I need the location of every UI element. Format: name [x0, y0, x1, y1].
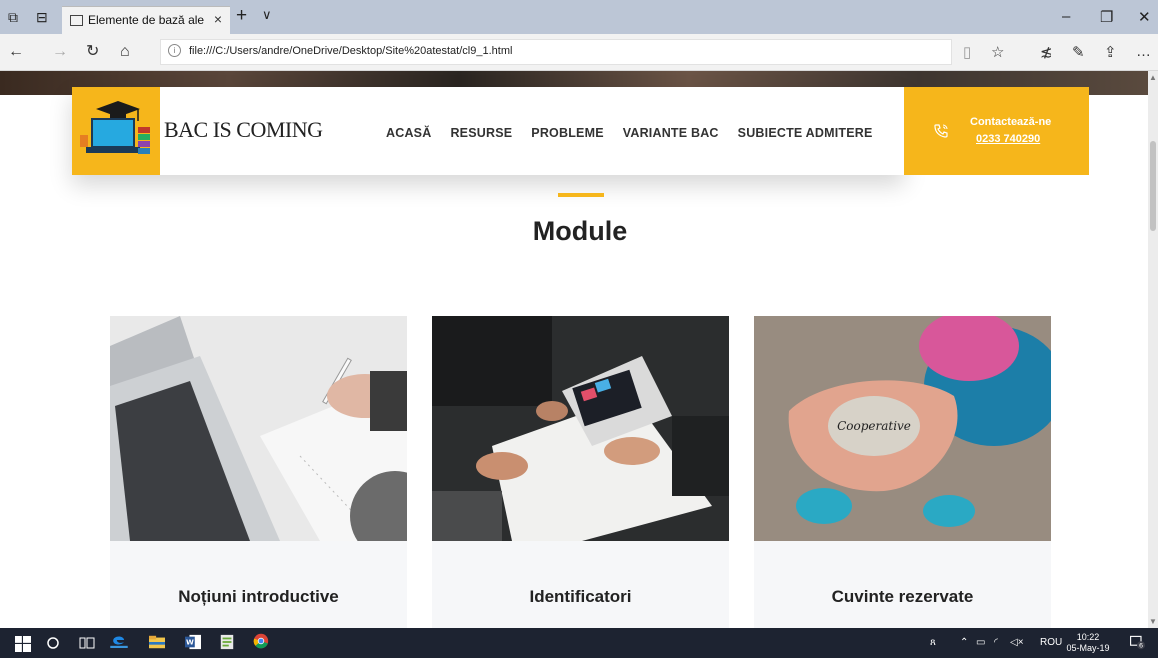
edge-browser-icon[interactable]: [110, 632, 128, 648]
brand-name[interactable]: BAC IS COMING: [164, 117, 323, 143]
module-card-identificatori[interactable]: Identificatori: [432, 316, 729, 628]
clock-date: 05-May-19: [1066, 643, 1110, 653]
notification-count: 6: [1139, 642, 1143, 650]
card-title: Cuvinte rezervate: [831, 587, 974, 606]
windows-taskbar: W ጸ ⌃ ▭ ◜ ◁× ROU 10:22 05-May-19 6: [0, 628, 1158, 658]
menu-item-acasa[interactable]: ACASĂ: [386, 126, 431, 140]
clock-time: 10:22: [1076, 632, 1100, 642]
contact-box: Contactează-ne 0233 740290: [904, 87, 1089, 175]
scrollbar-thumb[interactable]: [1150, 141, 1156, 231]
menu-item-subiecte-admitere[interactable]: SUBIECTE ADMITERE: [738, 126, 873, 140]
page-icon: [70, 15, 83, 26]
main-menu: ACASĂ RESURSE PROBLEME VARIANTE BAC SUBI…: [386, 126, 892, 140]
stone-text: Cooperative: [837, 419, 911, 433]
notes-pen-icon[interactable]: ✎: [1072, 43, 1085, 61]
section-accent-line: [558, 193, 604, 197]
site-logo[interactable]: [72, 87, 160, 175]
windows-start-icon[interactable]: [14, 636, 32, 652]
back-icon[interactable]: ←: [8, 43, 24, 61]
restore-icon[interactable]: ❐: [1100, 8, 1113, 26]
browser-nav-bar: ← → ↻ ⌂ i file:///C:/Users/andre/OneDriv…: [0, 34, 1158, 71]
favorite-star-icon[interactable]: ☆: [991, 43, 1004, 61]
more-icon[interactable]: …: [1136, 43, 1151, 60]
contact-label[interactable]: Contactează-ne: [970, 116, 1051, 128]
browser-tab-bar: ⧉ ⊟ Elemente de bază ale lir × + ∨ – ❐ ✕: [0, 0, 1158, 35]
refresh-icon[interactable]: ↻: [86, 43, 99, 61]
cooperative-stone-photo: Cooperative: [754, 316, 1051, 541]
show-hidden-icons[interactable]: ⌃: [960, 637, 968, 648]
file-explorer-icon[interactable]: [148, 634, 166, 650]
team-meeting-photo: [432, 316, 729, 541]
section-title: Module: [532, 216, 628, 246]
new-tab-button[interactable]: +: [236, 5, 247, 27]
favorites-hub-icon[interactable]: ≴: [1040, 43, 1053, 61]
scroll-up-icon[interactable]: ▲: [1149, 73, 1157, 82]
set-aside-tabs-icon[interactable]: ⧉: [8, 9, 18, 25]
system-clock[interactable]: 10:22 05-May-19: [1066, 632, 1110, 654]
info-icon[interactable]: i: [168, 44, 181, 57]
module-card-cuvinte-rezervate[interactable]: Cooperative Cuvinte rezervate: [754, 316, 1051, 628]
battery-icon[interactable]: ▭: [976, 637, 985, 648]
laptop-writing-photo: [110, 316, 407, 541]
close-window-icon[interactable]: ✕: [1138, 8, 1151, 26]
wifi-icon[interactable]: ◜: [994, 637, 998, 648]
laptop-graduation-icon: [80, 101, 150, 154]
people-icon[interactable]: ጸ: [930, 637, 936, 648]
action-center-icon[interactable]: 6: [1128, 634, 1146, 650]
menu-item-variante-bac[interactable]: VARIANTE BAC: [623, 126, 719, 140]
cortana-search-icon[interactable]: [44, 635, 62, 651]
volume-muted-icon[interactable]: ◁×: [1010, 637, 1024, 648]
card-title: Noțiuni introductive: [178, 587, 339, 606]
share-icon[interactable]: ⇪: [1104, 43, 1117, 61]
chrome-icon[interactable]: [252, 633, 270, 649]
task-view-icon[interactable]: [78, 635, 96, 651]
tab-close-icon[interactable]: ×: [214, 11, 222, 27]
tab-title: Elemente de bază ale lir: [88, 13, 208, 27]
tabs-aside-icon[interactable]: ⊟: [36, 9, 48, 25]
menu-item-probleme[interactable]: PROBLEME: [531, 126, 603, 140]
contact-phone-link[interactable]: 0233 740290: [976, 133, 1040, 145]
forward-icon[interactable]: →: [52, 43, 68, 61]
code-editor-icon[interactable]: [218, 634, 236, 650]
page-viewport: BAC IS COMING ACASĂ RESURSE PROBLEME VAR…: [0, 71, 1148, 628]
minimize-icon[interactable]: –: [1062, 8, 1070, 25]
address-url: file:///C:/Users/andre/OneDrive/Desktop/…: [189, 45, 513, 57]
module-card-notiuni[interactable]: Noțiuni introductive: [110, 316, 407, 628]
language-indicator[interactable]: ROU: [1040, 637, 1062, 648]
address-bar[interactable]: i file:///C:/Users/andre/OneDrive/Deskto…: [160, 39, 952, 65]
card-title: Identificatori: [529, 587, 632, 606]
menu-item-resurse[interactable]: RESURSE: [450, 126, 512, 140]
word-icon[interactable]: W: [184, 634, 202, 650]
reading-view-icon[interactable]: ▯: [963, 43, 971, 61]
phone-icon: [934, 124, 948, 138]
browser-tab[interactable]: Elemente de bază ale lir ×: [62, 6, 230, 35]
site-header: BAC IS COMING ACASĂ RESURSE PROBLEME VAR…: [72, 87, 904, 175]
home-icon[interactable]: ⌂: [120, 43, 130, 61]
scroll-down-icon[interactable]: ▼: [1149, 617, 1157, 626]
tab-preview-dropdown-icon[interactable]: ∨: [262, 7, 272, 23]
page-scrollbar[interactable]: ▲ ▼: [1148, 71, 1158, 628]
svg-text:W: W: [186, 638, 194, 647]
